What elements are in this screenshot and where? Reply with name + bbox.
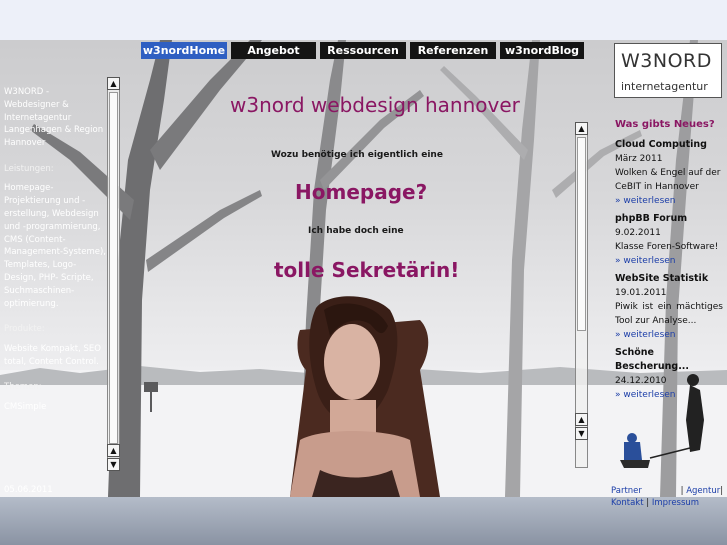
- scroll-up-icon[interactable]: ▲: [107, 77, 120, 90]
- read-more-link[interactable]: » weiterlesen: [615, 328, 723, 342]
- themes-heading: Themen:: [4, 382, 42, 393]
- partner-link[interactable]: Partner: [611, 486, 642, 496]
- separator: |: [680, 486, 684, 496]
- answer-line: Ich habe doch eine: [308, 226, 404, 236]
- w3nord-logo[interactable]: W3NORD internetagentur: [614, 43, 722, 98]
- scroll-up-icon[interactable]: ▲: [107, 444, 120, 457]
- impressum-link[interactable]: Impressum: [652, 498, 699, 508]
- separator: |: [720, 486, 724, 496]
- products-list: Website Kompakt, SEO total, Content Cont…: [4, 343, 101, 367]
- news-item-title: Schöne Bescherung...: [615, 347, 690, 372]
- products-heading: Produkte:: [4, 324, 45, 335]
- answer-highlight: tolle Sekretärin!: [274, 258, 460, 282]
- separator: |: [646, 498, 650, 508]
- logo-tagline: internetagentur: [621, 80, 708, 93]
- news-heading: Was gibts Neues?: [615, 119, 715, 130]
- scroll-down-icon[interactable]: ▼: [575, 427, 588, 440]
- read-more-link[interactable]: » weiterlesen: [615, 194, 723, 208]
- news-item: phpBB Forum 9.02.2011 Klasse Foren-Softw…: [615, 212, 723, 268]
- news-item-text: Piwik ist ein mächtiges Tool zur Analyse…: [615, 302, 723, 326]
- center-scrollbar-thumb[interactable]: [577, 137, 586, 331]
- scroll-down-icon[interactable]: ▼: [107, 458, 120, 471]
- left-scrollbar-thumb[interactable]: [109, 92, 118, 444]
- read-more-link[interactable]: » weiterlesen: [615, 388, 723, 400]
- news-item: WebSite Statistik 19.01.2011 Piwik ist e…: [615, 272, 723, 342]
- news-item-date: 24.12.2010: [615, 376, 667, 386]
- left-sidebar: W3NORD - Webdesigner & Internetagentur L…: [4, 86, 106, 438]
- news-sidebar: Was gibts Neues? Cloud Computing März 20…: [615, 118, 723, 400]
- question-highlight: Homepage?: [295, 180, 428, 204]
- news-item: Schöne Bescherung... 24.12.2010 » weiter…: [615, 346, 723, 400]
- agentur-link[interactable]: Agentur: [686, 486, 720, 496]
- center-scrollbar[interactable]: ▲ ▲ ▼: [575, 122, 588, 468]
- news-item-date: 19.01.2011: [615, 288, 667, 298]
- news-item-title: Cloud Computing: [615, 139, 707, 150]
- logo-wordmark: W3NORD: [621, 50, 712, 72]
- news-item-date: 9.02.2011: [615, 228, 661, 238]
- news-item-text: Klasse Foren-Software!: [615, 242, 719, 252]
- kontakt-link[interactable]: Kontakt: [611, 498, 644, 508]
- main-content: w3nord webdesign hannover Wozu benötige …: [140, 0, 570, 545]
- services-heading: Leistungen:: [4, 163, 54, 174]
- news-item-title: WebSite Statistik: [615, 273, 709, 284]
- scroll-up-icon[interactable]: ▲: [575, 122, 588, 135]
- news-item-date: März 2011: [615, 154, 663, 164]
- themes-list: CMSimple: [4, 401, 47, 412]
- read-more-link[interactable]: » weiterlesen: [615, 254, 723, 268]
- question-line: Wozu benötige ich eigentlich eine: [271, 150, 443, 160]
- company-intro: W3NORD - Webdesigner & Internetagentur L…: [4, 87, 104, 149]
- left-scrollbar[interactable]: ▲ ▲ ▼: [107, 77, 120, 471]
- footer-links: Partner | Agentur| Kontakt | Impressum: [611, 485, 727, 509]
- services-list: Homepage-Projektierung und -erstellung, …: [4, 183, 106, 309]
- page-title: w3nord webdesign hannover: [230, 93, 520, 117]
- update-date: 05.06.2011: [4, 485, 53, 495]
- scroll-up-icon[interactable]: ▲: [575, 413, 588, 426]
- news-item-text: Wolken & Engel auf der CeBIT in Hannover: [615, 168, 721, 192]
- news-item-title: phpBB Forum: [615, 213, 688, 224]
- news-item: Cloud Computing März 2011 Wolken & Engel…: [615, 138, 723, 208]
